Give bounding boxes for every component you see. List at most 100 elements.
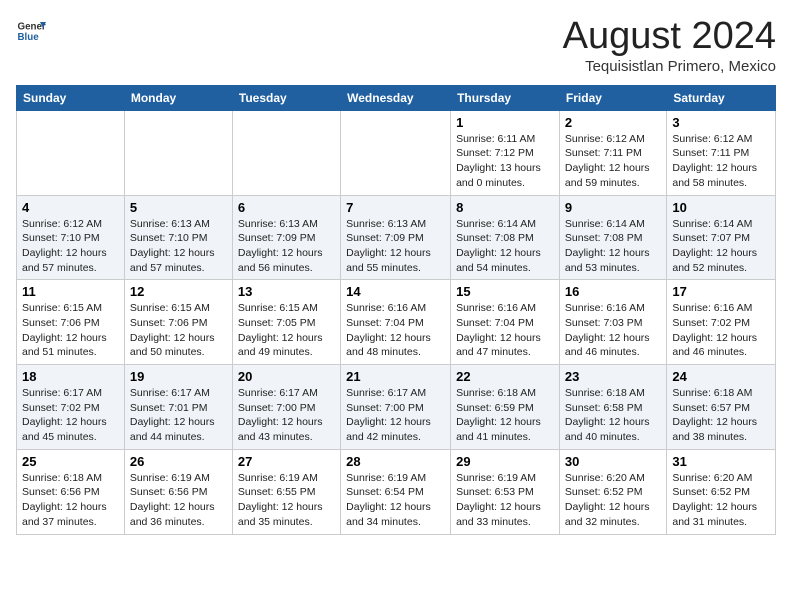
day-info: Sunrise: 6:12 AM Sunset: 7:10 PM Dayligh… [22,217,119,276]
header: General Blue August 2024 Tequisistlan Pr… [16,16,776,75]
calendar-cell: 30 Sunrise: 6:20 AM Sunset: 6:52 PM Dayli… [559,449,666,534]
calendar-cell [341,110,451,195]
day-info: Sunrise: 6:19 AM Sunset: 6:53 PM Dayligh… [456,471,554,530]
calendar-cell: 8 Sunrise: 6:14 AM Sunset: 7:08 PM Daylig… [451,195,560,280]
day-info: Sunrise: 6:18 AM Sunset: 6:56 PM Dayligh… [22,471,119,530]
calendar-cell [17,110,125,195]
day-info: Sunrise: 6:13 AM Sunset: 7:09 PM Dayligh… [346,217,445,276]
day-info: Sunrise: 6:15 AM Sunset: 7:06 PM Dayligh… [130,301,227,360]
calendar-cell: 29 Sunrise: 6:19 AM Sunset: 6:53 PM Dayli… [451,449,560,534]
day-info: Sunrise: 6:13 AM Sunset: 7:10 PM Dayligh… [130,217,227,276]
weekday-header-row: SundayMondayTuesdayWednesdayThursdayFrid… [17,85,776,110]
weekday-header: Tuesday [232,85,340,110]
calendar-week-row: 25 Sunrise: 6:18 AM Sunset: 6:56 PM Dayli… [17,449,776,534]
weekday-header: Thursday [451,85,560,110]
day-number: 6 [238,200,335,215]
day-info: Sunrise: 6:18 AM Sunset: 6:58 PM Dayligh… [565,386,661,445]
day-info: Sunrise: 6:19 AM Sunset: 6:54 PM Dayligh… [346,471,445,530]
day-info: Sunrise: 6:16 AM Sunset: 7:04 PM Dayligh… [456,301,554,360]
day-number: 4 [22,200,119,215]
day-number: 13 [238,284,335,299]
day-info: Sunrise: 6:18 AM Sunset: 6:57 PM Dayligh… [672,386,770,445]
calendar-cell: 14Sunrise: 6:16 AM Sunset: 7:04 PM Dayli… [341,280,451,365]
day-info: Sunrise: 6:12 AM Sunset: 7:11 PM Dayligh… [565,132,661,191]
day-info: Sunrise: 6:20 AM Sunset: 6:52 PM Dayligh… [672,471,770,530]
day-info: Sunrise: 6:15 AM Sunset: 7:06 PM Dayligh… [22,301,119,360]
weekday-header: Sunday [17,85,125,110]
calendar-cell: 19 Sunrise: 6:17 AM Sunset: 7:01 PM Dayli… [124,365,232,450]
weekday-header: Wednesday [341,85,451,110]
day-number: 20 [238,369,335,384]
calendar-cell: 15 Sunrise: 6:16 AM Sunset: 7:04 PM Dayli… [451,280,560,365]
day-number: 16 [565,284,661,299]
calendar-table: SundayMondayTuesdayWednesdayThursdayFrid… [16,85,776,535]
day-info: Sunrise: 6:17 AM Sunset: 7:02 PM Dayligh… [22,386,119,445]
day-number: 23 [565,369,661,384]
day-info: Sunrise: 6:14 AM Sunset: 7:07 PM Dayligh… [672,217,770,276]
day-info: Sunrise: 6:14 AM Sunset: 7:08 PM Dayligh… [456,217,554,276]
location: Tequisistlan Primero, Mexico [563,58,776,75]
calendar-cell: 27 Sunrise: 6:19 AM Sunset: 6:55 PM Dayli… [232,449,340,534]
day-info: Sunrise: 6:11 AM Sunset: 7:12 PM Dayligh… [456,132,554,191]
calendar-cell: 4 Sunrise: 6:12 AM Sunset: 7:10 PM Daylig… [17,195,125,280]
weekday-header: Friday [559,85,666,110]
logo: General Blue [16,16,46,46]
day-info: Sunrise: 6:18 AM Sunset: 6:59 PM Dayligh… [456,386,554,445]
calendar-cell: 11 Sunrise: 6:15 AM Sunset: 7:06 PM Dayli… [17,280,125,365]
day-number: 12 [130,284,227,299]
day-number: 15 [456,284,554,299]
calendar-cell [124,110,232,195]
day-number: 21 [346,369,445,384]
day-number: 11 [22,284,119,299]
calendar-week-row: 4 Sunrise: 6:12 AM Sunset: 7:10 PM Daylig… [17,195,776,280]
day-info: Sunrise: 6:17 AM Sunset: 7:01 PM Dayligh… [130,386,227,445]
weekday-header: Saturday [667,85,776,110]
calendar-cell: 6 Sunrise: 6:13 AM Sunset: 7:09 PM Daylig… [232,195,340,280]
calendar-cell: 12 Sunrise: 6:15 AM Sunset: 7:06 PM Dayli… [124,280,232,365]
day-number: 10 [672,200,770,215]
day-number: 27 [238,454,335,469]
calendar-cell: 16 Sunrise: 6:16 AM Sunset: 7:03 PM Dayli… [559,280,666,365]
day-info: Sunrise: 6:15 AM Sunset: 7:05 PM Dayligh… [238,301,335,360]
calendar-cell: 3Sunrise: 6:12 AM Sunset: 7:11 PM Daylig… [667,110,776,195]
month-title: August 2024 [563,16,776,58]
day-number: 19 [130,369,227,384]
calendar-cell: 25 Sunrise: 6:18 AM Sunset: 6:56 PM Dayli… [17,449,125,534]
day-number: 25 [22,454,119,469]
calendar-cell: 17 Sunrise: 6:16 AM Sunset: 7:02 PM Dayli… [667,280,776,365]
day-number: 30 [565,454,661,469]
day-info: Sunrise: 6:17 AM Sunset: 7:00 PM Dayligh… [238,386,335,445]
day-number: 29 [456,454,554,469]
day-number: 31 [672,454,770,469]
day-info: Sunrise: 6:20 AM Sunset: 6:52 PM Dayligh… [565,471,661,530]
day-number: 8 [456,200,554,215]
day-info: Sunrise: 6:12 AM Sunset: 7:11 PM Dayligh… [672,132,770,191]
logo-icon: General Blue [16,16,46,46]
day-info: Sunrise: 6:16 AM Sunset: 7:03 PM Dayligh… [565,301,661,360]
day-number: 18 [22,369,119,384]
title-area: August 2024 Tequisistlan Primero, Mexico [563,16,776,75]
calendar-cell: 28 Sunrise: 6:19 AM Sunset: 6:54 PM Dayli… [341,449,451,534]
calendar-week-row: 11 Sunrise: 6:15 AM Sunset: 7:06 PM Dayli… [17,280,776,365]
calendar-week-row: 1Sunrise: 6:11 AM Sunset: 7:12 PM Daylig… [17,110,776,195]
calendar-week-row: 18 Sunrise: 6:17 AM Sunset: 7:02 PM Dayli… [17,365,776,450]
day-info: Sunrise: 6:19 AM Sunset: 6:55 PM Dayligh… [238,471,335,530]
day-info: Sunrise: 6:19 AM Sunset: 6:56 PM Dayligh… [130,471,227,530]
calendar-cell: 18 Sunrise: 6:17 AM Sunset: 7:02 PM Dayli… [17,365,125,450]
calendar-cell: 22 Sunrise: 6:18 AM Sunset: 6:59 PM Dayli… [451,365,560,450]
day-number: 17 [672,284,770,299]
day-info: Sunrise: 6:17 AM Sunset: 7:00 PM Dayligh… [346,386,445,445]
day-info: Sunrise: 6:13 AM Sunset: 7:09 PM Dayligh… [238,217,335,276]
calendar-cell: 10 Sunrise: 6:14 AM Sunset: 7:07 PM Dayli… [667,195,776,280]
calendar-cell: 1Sunrise: 6:11 AM Sunset: 7:12 PM Daylig… [451,110,560,195]
calendar-cell [232,110,340,195]
weekday-header: Monday [124,85,232,110]
day-info: Sunrise: 6:16 AM Sunset: 7:02 PM Dayligh… [672,301,770,360]
day-number: 22 [456,369,554,384]
day-number: 28 [346,454,445,469]
day-info: Sunrise: 6:14 AM Sunset: 7:08 PM Dayligh… [565,217,661,276]
calendar-cell: 5Sunrise: 6:13 AM Sunset: 7:10 PM Daylig… [124,195,232,280]
day-number: 24 [672,369,770,384]
calendar-cell: 13 Sunrise: 6:15 AM Sunset: 7:05 PM Dayli… [232,280,340,365]
calendar-cell: 7Sunrise: 6:13 AM Sunset: 7:09 PM Daylig… [341,195,451,280]
